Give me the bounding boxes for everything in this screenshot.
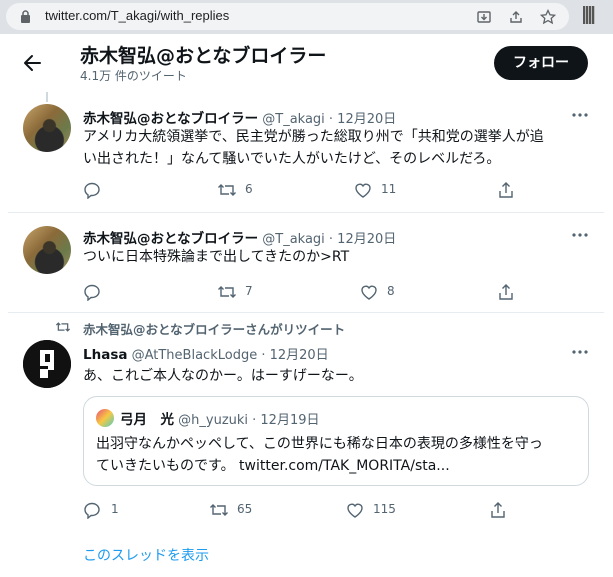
more-options-icon[interactable] xyxy=(570,342,590,362)
tweet-2[interactable]: 赤木智弘@おとなブロイラー @T_akagi · 12月20日 ついに日本特殊論… xyxy=(8,224,604,308)
browser-toolbar: twitter.com/T_akagi/with_replies xyxy=(0,0,613,34)
heart-icon xyxy=(355,183,371,198)
tweet-actions: 6 11 xyxy=(83,180,523,200)
author-name[interactable]: Lhasa xyxy=(83,347,127,363)
tweet-actions: 7 8 xyxy=(83,282,523,302)
author-name[interactable]: 赤木智弘@おとなブロイラー xyxy=(83,111,258,127)
back-arrow-icon[interactable] xyxy=(20,50,46,76)
retweet-icon xyxy=(210,504,228,516)
address-bar[interactable]: twitter.com/T_akagi/with_replies xyxy=(6,3,569,30)
quoted-handle-date: @h_yuzuki · 12月19日 xyxy=(178,413,320,428)
like-count: 11 xyxy=(381,182,397,196)
tweet-text: あ、これご本人なのかー。はーすげーなー。 xyxy=(83,365,593,387)
retweet-icon xyxy=(218,184,236,196)
more-options-icon[interactable] xyxy=(570,225,590,245)
like-count: 115 xyxy=(373,502,396,516)
reply-icon xyxy=(84,284,100,301)
retweet-indicator-icon xyxy=(55,322,71,332)
retweet-count: 7 xyxy=(245,284,253,298)
tweet-text-line: ついに日本特殊論まで出してきたのか>RT xyxy=(83,249,350,265)
retweet-count: 65 xyxy=(237,502,253,516)
tweet-text: アメリカ大統領選挙で、民主党が勝った総取り州で「共和党の選挙人が追 い出された！… xyxy=(83,126,593,170)
star-icon[interactable] xyxy=(540,9,556,25)
quoted-author-name: 弓月 光 xyxy=(120,412,174,428)
avatar[interactable] xyxy=(23,104,71,152)
tweet-text-line: い出された！」なんて騒いでいた人がいたけど、そのレベルだろ。 xyxy=(83,151,501,167)
thread-connector xyxy=(46,92,48,102)
tweet-count: 4.1万 件のツイート xyxy=(80,69,187,83)
quoted-avatar[interactable] xyxy=(96,409,114,427)
retweet-icon xyxy=(218,286,236,298)
handle-date[interactable]: @T_akagi · 12月20日 xyxy=(262,112,396,127)
like-count: 8 xyxy=(387,284,395,298)
tweet-divider xyxy=(8,312,604,313)
tweet-text-line: アメリカ大統領選挙で、民主党が勝った総取り州で「共和党の選挙人が追 xyxy=(83,129,544,145)
quoted-tweet[interactable]: 弓月 光 @h_yuzuki · 12月19日 出羽守なんかペッペして、この世界… xyxy=(83,396,589,486)
quoted-text: 出羽守なんかペッペして、この世界にも稀な日本の表現の多様性を守っ ていきたいもの… xyxy=(96,433,582,477)
handle-date[interactable]: @T_akagi · 12月20日 xyxy=(262,232,396,247)
avatar[interactable] xyxy=(23,226,71,274)
install-icon[interactable] xyxy=(476,9,492,25)
tweet-1[interactable]: 赤木智弘@おとなブロイラー @T_akagi · 12月20日 アメリカ大統領選… xyxy=(8,102,604,210)
retweet-count: 6 xyxy=(245,182,253,196)
heart-icon xyxy=(347,503,363,518)
tweet-divider xyxy=(8,212,604,213)
lhasa-logo-icon xyxy=(23,340,71,388)
reply-icon xyxy=(84,182,100,199)
author-name[interactable]: 赤木智弘@おとなブロイラー xyxy=(83,231,258,247)
follow-button[interactable]: フォロー xyxy=(494,46,588,80)
tweet-text-line: あ、これご本人なのかー。はーすげーなー。 xyxy=(83,368,363,384)
reply-count: 1 xyxy=(111,502,119,516)
heart-icon xyxy=(361,285,377,300)
handle-date[interactable]: @AtTheBlackLodge · 12月20日 xyxy=(132,348,329,363)
quoted-text-line: ていきたいものです。 twitter.com/TAK_MORITA/sta... xyxy=(96,458,450,474)
share-tweet-icon xyxy=(491,502,505,518)
share-tweet-icon xyxy=(499,284,513,300)
url-text: twitter.com/T_akagi/with_replies xyxy=(45,8,230,23)
avatar[interactable] xyxy=(23,340,71,388)
share-tweet-icon xyxy=(499,182,513,198)
tweet-text: ついに日本特殊論まで出してきたのか>RT xyxy=(83,246,593,268)
profile-name: 赤木智弘@おとなブロイラー xyxy=(80,45,327,67)
lock-icon xyxy=(21,10,30,23)
retweeted-by-label[interactable]: 赤木智弘@おとなブロイラーさんがリツイート xyxy=(83,319,345,338)
tweet-actions: 1 65 115 xyxy=(83,500,523,520)
profile-header: 赤木智弘@おとなブロイラー 4.1万 件のツイート フォロー xyxy=(0,34,613,90)
show-thread-link[interactable]: このスレッドを表示 xyxy=(83,545,209,565)
quoted-text-line: 出羽守なんかペッペして、この世界にも稀な日本の表現の多様性を守っ xyxy=(96,436,543,452)
share-icon[interactable] xyxy=(508,9,524,25)
more-options-icon[interactable] xyxy=(570,105,590,125)
extension-icon[interactable] xyxy=(583,6,595,24)
reply-icon xyxy=(84,502,100,519)
